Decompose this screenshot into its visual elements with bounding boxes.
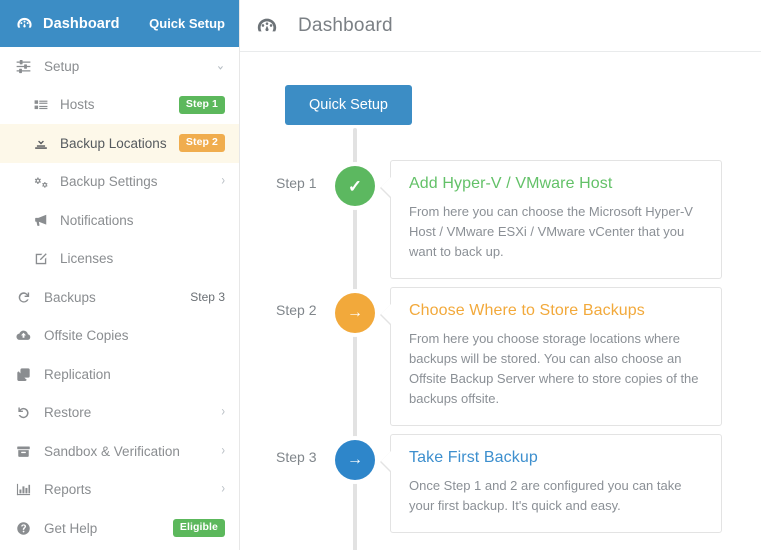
download-save-icon — [34, 136, 54, 150]
refresh-icon — [16, 290, 38, 305]
gears-icon — [34, 175, 54, 189]
sidebar-item-get-help[interactable]: Get Help Eligible — [0, 509, 239, 548]
page-title: Dashboard — [298, 14, 393, 36]
sidebar-item-label: Setup — [44, 58, 80, 74]
chevron-right-icon: › — [221, 443, 225, 459]
status-badge: Eligible — [172, 519, 225, 538]
step-card[interactable]: Choose Where to Store Backups From here y… — [380, 287, 722, 426]
sidebar-brand-label: Dashboard — [43, 15, 120, 32]
arrow-right-icon: → — [347, 304, 363, 321]
sidebar-header: Dashboard Quick Setup — [0, 0, 239, 47]
step-card-body: Once Step 1 and 2 are configured you can… — [409, 478, 682, 513]
sidebar-item-replication[interactable]: Replication — [0, 355, 239, 394]
sidebar: Dashboard Quick Setup Setup ⌄ Hosts Step 1 B… — [0, 0, 240, 550]
quick-setup-button[interactable]: Quick Setup — [285, 85, 412, 125]
sidebar-item-label: Replication — [44, 366, 111, 382]
sidebar-item-trailing: ⌄ — [215, 58, 225, 74]
step-status-dot[interactable]: → — [335, 293, 375, 333]
chevron-right-icon: › — [221, 404, 225, 420]
step-status-dot[interactable]: → — [335, 440, 375, 480]
sidebar-item-trailing: › — [221, 173, 225, 189]
sidebar-item-hosts[interactable]: Hosts Step 1 — [0, 86, 239, 125]
sliders-icon — [16, 59, 38, 74]
step-status-dot[interactable]: ✓ — [335, 166, 375, 206]
sidebar-item-sandbox-verification[interactable]: Sandbox & Verification › — [0, 432, 239, 471]
archive-box-icon — [16, 444, 38, 459]
sidebar-item-label: Reports — [44, 482, 92, 498]
step-card-body: From here you choose storage locations w… — [409, 331, 699, 406]
step-label: Step 3 — [190, 290, 225, 305]
step-card[interactable]: Take First Backup Once Step 1 and 2 are c… — [380, 434, 722, 533]
sidebar-item-trailing: Step 3 — [190, 290, 225, 304]
app-root: Dashboard Quick Setup Setup ⌄ Hosts Step 1 B… — [0, 0, 761, 550]
sidebar-quick-setup-link[interactable]: Quick Setup — [149, 16, 225, 31]
step-number-label: Step 2 — [276, 302, 317, 318]
sidebar-item-label: Sandbox & Verification — [44, 443, 180, 459]
step-number-label: Step 1 — [276, 175, 317, 191]
sidebar-menu: Setup ⌄ Hosts Step 1 Backup Locations Step 2B… — [0, 47, 239, 548]
main-content: Dashboard Quick Setup Step 1 ✓ Add Hyper-V… — [240, 0, 761, 550]
tachometer-icon — [256, 15, 278, 37]
chevron-right-icon: › — [221, 481, 225, 497]
step-number-label: Step 3 — [276, 449, 317, 465]
undo-icon — [16, 405, 38, 420]
sidebar-item-trailing: › — [221, 404, 225, 420]
status-badge: Step 1 — [178, 95, 225, 114]
bar-chart-icon — [16, 482, 38, 497]
edit-square-icon — [34, 252, 54, 266]
sidebar-brand[interactable]: Dashboard — [16, 15, 120, 32]
step-card-title: Take First Backup — [409, 449, 538, 466]
sidebar-item-trailing: Step 1 — [178, 95, 225, 114]
step-card[interactable]: Add Hyper-V / VMware Host From here you c… — [380, 160, 722, 279]
sidebar-item-backup-locations[interactable]: Backup Locations Step 2 — [0, 124, 239, 163]
page-header: Dashboard — [240, 0, 761, 52]
sidebar-item-notifications[interactable]: Notifications — [0, 201, 239, 240]
sidebar-item-offsite-copies[interactable]: Offsite Copies — [0, 317, 239, 356]
step-card-title: Add Hyper-V / VMware Host — [409, 175, 613, 192]
sidebar-item-trailing: › — [221, 481, 225, 497]
sidebar-item-reports[interactable]: Reports › — [0, 471, 239, 510]
status-badge: Step 2 — [178, 134, 225, 153]
sidebar-item-label: Backup Settings — [60, 174, 158, 190]
copy-icon — [16, 367, 38, 382]
sidebar-item-licenses[interactable]: Licenses — [0, 240, 239, 279]
sidebar-item-label: Offsite Copies — [44, 328, 129, 344]
chevron-right-icon: › — [221, 173, 225, 189]
sidebar-item-label: Licenses — [60, 251, 114, 267]
step-card-title: Choose Where to Store Backups — [409, 302, 645, 319]
sidebar-item-restore[interactable]: Restore › — [0, 394, 239, 433]
step-card-body: From here you can choose the Microsoft H… — [409, 204, 693, 259]
sidebar-item-label: Restore — [44, 405, 92, 421]
check-icon: ✓ — [347, 176, 363, 196]
sidebar-item-backups[interactable]: Backups Step 3 — [0, 278, 239, 317]
chevron-down-icon: ⌄ — [215, 58, 225, 74]
sidebar-item-backup-settings[interactable]: Backup Settings › — [0, 163, 239, 202]
sidebar-item-trailing: Step 2 — [178, 134, 225, 153]
sidebar-item-label: Backups — [44, 289, 96, 305]
sidebar-item-label: Notifications — [60, 212, 134, 228]
sidebar-item-label: Get Help — [44, 520, 98, 536]
sidebar-item-setup[interactable]: Setup ⌄ — [0, 47, 239, 86]
list-grid-icon — [34, 98, 54, 112]
arrow-right-icon: → — [347, 451, 363, 468]
question-circle-icon — [16, 521, 38, 536]
sidebar-item-label: Backup Locations — [60, 135, 167, 151]
cloud-upload-icon — [16, 328, 38, 343]
sidebar-item-trailing: › — [221, 443, 225, 459]
tachometer-icon — [16, 15, 33, 32]
megaphone-icon — [34, 213, 54, 227]
sidebar-item-trailing: Eligible — [172, 519, 225, 538]
sidebar-item-label: Hosts — [60, 97, 95, 113]
